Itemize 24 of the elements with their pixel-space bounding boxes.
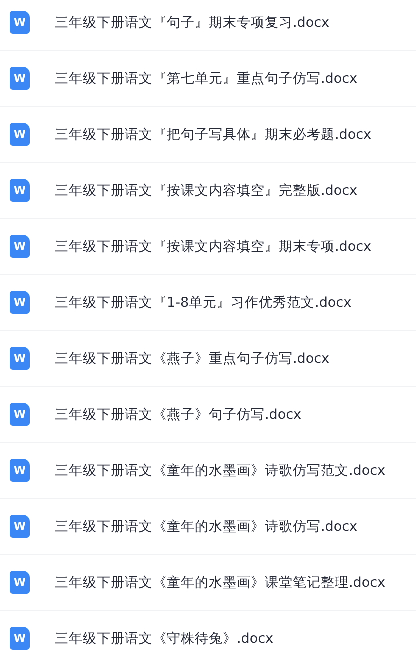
file-name: 三年级下册语文《守株待兔》.docx <box>55 630 274 648</box>
file-name: 三年级下册语文『把句子写具体』期末必考题.docx <box>55 126 372 144</box>
file-name: 三年级下册语文『第七单元』重点句子仿写.docx <box>55 70 358 88</box>
file-name: 三年级下册语文《童年的水墨画》诗歌仿写.docx <box>55 518 358 536</box>
word-document-icon: W <box>10 515 30 538</box>
file-name: 三年级下册语文《童年的水墨画》课堂笔记整理.docx <box>55 574 386 592</box>
file-name: 三年级下册语文『按课文内容填空』期末专项.docx <box>55 238 372 256</box>
word-document-icon: W <box>10 67 30 90</box>
file-name: 三年级下册语文『按课文内容填空』完整版.docx <box>55 182 358 200</box>
file-name: 三年级下册语文《童年的水墨画》诗歌仿写范文.docx <box>55 462 386 480</box>
word-document-icon: W <box>10 291 30 314</box>
word-document-icon: W <box>10 459 30 482</box>
word-document-icon: W <box>10 179 30 202</box>
word-document-icon: W <box>10 11 30 34</box>
file-name: 三年级下册语文『1-8单元』习作优秀范文.docx <box>55 294 352 312</box>
word-document-icon: W <box>10 627 30 650</box>
word-document-icon: W <box>10 123 30 146</box>
word-document-icon: W <box>10 571 30 594</box>
file-name: 三年级下册语文『句子』期末专项复习.docx <box>55 14 330 32</box>
word-document-icon: W <box>10 403 30 426</box>
file-name: 三年级下册语文《燕子》句子仿写.docx <box>55 406 302 424</box>
word-document-icon: W <box>10 347 30 370</box>
file-name: 三年级下册语文《燕子》重点句子仿写.docx <box>55 350 330 368</box>
word-document-icon: W <box>10 235 30 258</box>
